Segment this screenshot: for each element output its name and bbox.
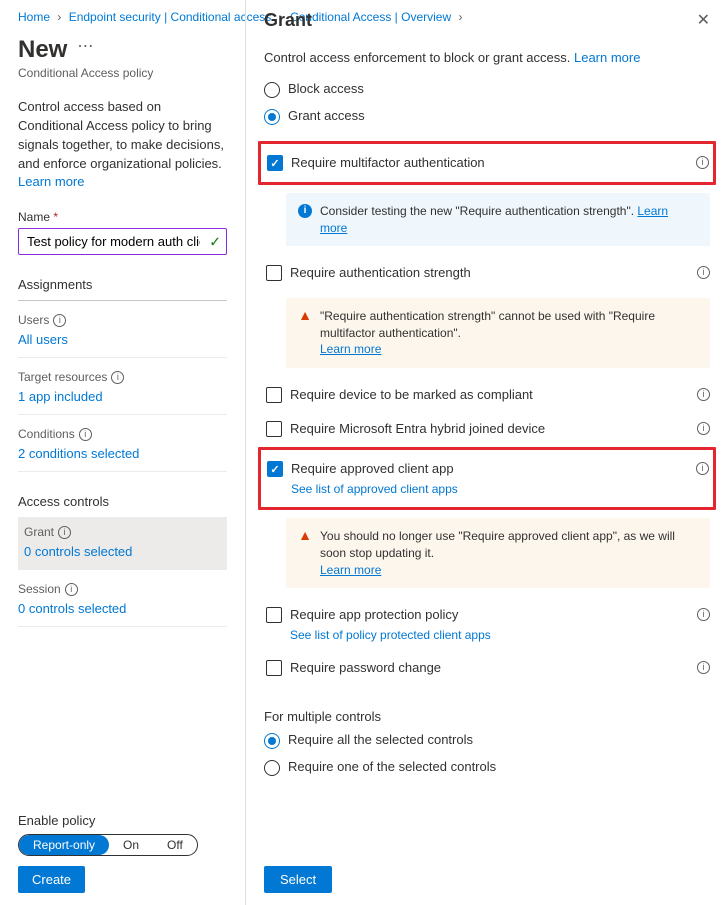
grant-panel-description: Control access enforcement to block or g…: [264, 49, 710, 67]
breadcrumb-endpoint[interactable]: Endpoint security | Conditional access: [69, 10, 272, 24]
learn-more-link[interactable]: Learn more: [574, 50, 640, 65]
info-icon: i: [298, 204, 312, 218]
warning-icon: ▲: [298, 529, 312, 543]
conditions-value-link[interactable]: 2 conditions selected: [18, 446, 139, 461]
block-access-label: Block access: [288, 81, 364, 96]
close-icon[interactable]: ✕: [697, 10, 710, 30]
chevron-right-icon: ›: [57, 10, 61, 24]
toggle-off[interactable]: Off: [153, 835, 197, 855]
require-app-protection-checkbox[interactable]: [266, 607, 282, 623]
learn-more-link[interactable]: Learn more: [320, 342, 381, 356]
page-subtitle: Conditional Access policy: [18, 66, 227, 80]
for-multiple-label: For multiple controls: [264, 709, 710, 724]
grant-panel-title: Grant: [264, 10, 312, 31]
access-controls-heading: Access controls: [18, 494, 227, 513]
grant-row-selected[interactable]: Grant i 0 controls selected: [18, 517, 227, 569]
page-description: Control access based on Conditional Acce…: [18, 98, 227, 192]
warning-banner-strength: ▲ "Require authentication strength" cann…: [286, 298, 710, 368]
require-auth-strength-label: Require authentication strength: [290, 264, 708, 282]
grant-access-label: Grant access: [288, 108, 365, 123]
require-hybrid-checkbox[interactable]: [266, 421, 282, 437]
info-icon[interactable]: i: [697, 388, 710, 401]
toggle-on[interactable]: On: [109, 835, 153, 855]
info-icon[interactable]: i: [697, 608, 710, 621]
require-approved-app-checkbox[interactable]: [267, 461, 283, 477]
target-value-link[interactable]: 1 app included: [18, 389, 103, 404]
breadcrumb-home[interactable]: Home: [18, 10, 50, 24]
info-icon[interactable]: i: [111, 371, 124, 384]
name-label: Name *: [18, 210, 227, 224]
policy-name-input[interactable]: [18, 228, 227, 255]
learn-more-link[interactable]: Learn more: [18, 174, 84, 189]
breadcrumb: Home › Endpoint security | Conditional a…: [18, 10, 227, 24]
info-icon[interactable]: i: [79, 428, 92, 441]
highlight-mfa: Require multifactor authentication i: [258, 141, 716, 185]
session-value-link[interactable]: 0 controls selected: [18, 601, 126, 616]
users-label: Users i: [18, 313, 227, 327]
check-icon: ✓: [209, 233, 221, 250]
grant-value-link[interactable]: 0 controls selected: [24, 544, 132, 559]
more-icon[interactable]: ⋯: [77, 36, 93, 56]
info-icon[interactable]: i: [696, 462, 709, 475]
require-app-protection-label: Require app protection policy: [290, 607, 458, 622]
info-icon[interactable]: i: [697, 266, 710, 279]
target-label: Target resources i: [18, 370, 227, 384]
info-icon[interactable]: i: [697, 661, 710, 674]
require-password-change-label: Require password change: [290, 659, 708, 677]
info-icon[interactable]: i: [65, 583, 78, 596]
block-access-radio[interactable]: [264, 82, 280, 98]
info-icon[interactable]: i: [696, 156, 709, 169]
require-mfa-label: Require multifactor authentication: [291, 154, 707, 172]
require-hybrid-label: Require Microsoft Entra hybrid joined de…: [290, 420, 708, 438]
require-mfa-checkbox[interactable]: [267, 155, 283, 171]
info-icon[interactable]: i: [58, 526, 71, 539]
protected-apps-link[interactable]: See list of policy protected client apps: [290, 627, 688, 643]
require-compliant-checkbox[interactable]: [266, 387, 282, 403]
require-all-label: Require all the selected controls: [288, 732, 473, 747]
page-title: New: [18, 36, 67, 64]
require-compliant-label: Require device to be marked as compliant: [290, 386, 708, 404]
select-button[interactable]: Select: [264, 866, 332, 893]
enable-policy-label: Enable policy: [18, 813, 227, 828]
create-button[interactable]: Create: [18, 866, 85, 893]
users-value-link[interactable]: All users: [18, 332, 68, 347]
assignments-heading: Assignments: [18, 277, 227, 301]
warning-icon: ▲: [298, 309, 312, 323]
left-panel: Home › Endpoint security | Conditional a…: [0, 0, 245, 905]
enable-policy-toggle[interactable]: Report-only On Off: [18, 834, 198, 856]
require-approved-app-label: Require approved client app: [291, 461, 454, 476]
require-one-label: Require one of the selected controls: [288, 759, 496, 774]
grant-label: Grant i: [24, 525, 221, 539]
approved-apps-link[interactable]: See list of approved client apps: [291, 481, 687, 497]
toggle-report-only[interactable]: Report-only: [19, 835, 109, 855]
grant-access-radio[interactable]: [264, 109, 280, 125]
conditions-label: Conditions i: [18, 427, 227, 441]
require-password-change-checkbox[interactable]: [266, 660, 282, 676]
info-banner-strength: i Consider testing the new "Require auth…: [286, 193, 710, 247]
require-auth-strength-checkbox[interactable]: [266, 265, 282, 281]
info-icon[interactable]: i: [53, 314, 66, 327]
session-label: Session i: [18, 582, 227, 596]
require-all-radio[interactable]: [264, 733, 280, 749]
learn-more-link[interactable]: Learn more: [320, 563, 381, 577]
warning-banner-approved: ▲ You should no longer use "Require appr…: [286, 518, 710, 588]
highlight-approved-app: Require approved client app See list of …: [258, 447, 716, 510]
require-one-radio[interactable]: [264, 760, 280, 776]
grant-panel: Grant ✕ Control access enforcement to bl…: [245, 0, 728, 905]
info-icon[interactable]: i: [697, 422, 710, 435]
